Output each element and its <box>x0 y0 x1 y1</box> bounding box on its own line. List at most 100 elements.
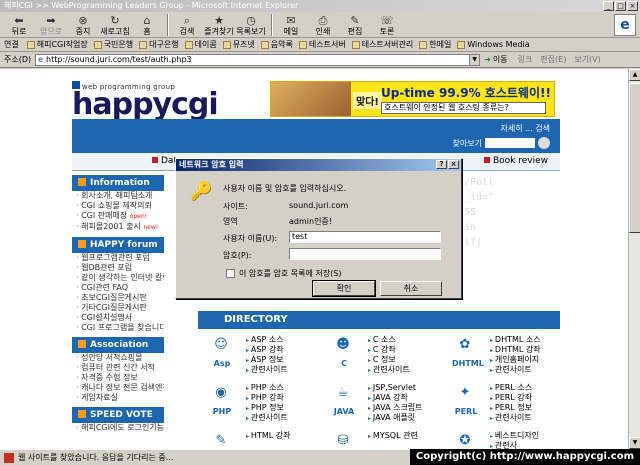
directory-link[interactable]: C 정보 <box>368 355 410 365</box>
toolbar-button-2[interactable]: ⊗ 중지 <box>68 14 98 36</box>
directory-link[interactable]: JAVA 강좌 <box>368 393 423 403</box>
sidebar-item[interactable]: 웹DB관련 포럼 <box>72 263 164 273</box>
directory-link[interactable]: 베스트디자인 <box>490 431 539 441</box>
directory-link[interactable]: 개인홈페이지 <box>490 355 541 365</box>
link-item[interactable]: 국민은행 <box>93 39 133 50</box>
sidebar-item[interactable]: 해피몰2001 출시 new! <box>72 222 164 233</box>
ad-banner[interactable]: 맞다! Up-time 99.9% 호스트웨이!! 호스트웨이 안정된 웹 호스… <box>270 81 555 117</box>
directory-link[interactable]: PHP 정보 <box>246 403 288 413</box>
sidebar-item[interactable]: 회사소개, 해피팀소개 <box>72 191 164 201</box>
directory-link[interactable]: 관련사이트 <box>246 365 288 375</box>
asp-icon[interactable]: ☺ <box>210 337 232 357</box>
best-icon[interactable]: ✪ <box>454 433 476 449</box>
html-icon[interactable]: ✎ <box>210 433 232 449</box>
sidebar-item[interactable]: CGI 쇼핑몰 제작의뢰 <box>72 201 164 211</box>
toolbar-button-10[interactable]: ✎ 편집 <box>340 14 370 36</box>
tab-data[interactable]: Dat <box>152 156 177 166</box>
link-item[interactable]: 테스트서버관리 <box>351 39 413 50</box>
perl-icon[interactable]: ✦ <box>454 385 476 405</box>
toolbar-button-1[interactable]: ➡ 앞으로 <box>36 14 66 36</box>
directory-link[interactable]: 관련사 <box>490 441 539 449</box>
sidebar-item[interactable]: 컴퓨터 관련 신간 서적 <box>72 363 164 373</box>
search-detail-link[interactable]: 자세히 ... 검색 <box>500 123 550 134</box>
link-item[interactable]: 데이콤 <box>184 39 217 50</box>
link-item[interactable]: 대구은행 <box>139 39 179 50</box>
cancel-button[interactable]: 취소 <box>380 281 442 296</box>
directory-link[interactable]: 관련사이트 <box>490 413 532 423</box>
link-item[interactable]: 테스트서버 <box>298 39 346 50</box>
sidebar-item[interactable]: 게임자료실 <box>72 393 164 403</box>
directory-link[interactable]: ASP 소스 <box>246 335 288 345</box>
directory-link[interactable]: C 소스 <box>368 335 410 345</box>
directory-link[interactable]: PERL 강좌 <box>490 393 532 403</box>
dhtml-icon[interactable]: ✿ <box>454 337 476 357</box>
address-right-item[interactable]: 편집(E) <box>540 54 566 65</box>
directory-link[interactable]: JAVA 스크립트 <box>368 403 423 413</box>
password-input[interactable] <box>289 248 441 260</box>
directory-link[interactable]: PERL 정보 <box>490 403 532 413</box>
search-go-button[interactable] <box>538 137 550 149</box>
site-logo[interactable]: web programming group happycgi <box>72 81 219 120</box>
directory-link[interactable]: JAVA 애플릿 <box>368 413 423 423</box>
toolbar-button-4[interactable]: ⌂ 홈 <box>132 14 162 36</box>
directory-link[interactable]: DHTML 소스 <box>490 335 541 345</box>
username-input[interactable]: test <box>289 231 441 243</box>
sidebar-item[interactable]: CGI관련 FAQ <box>72 283 164 293</box>
vote-item[interactable]: 해피CGI에도 로그인기능이 <box>72 423 164 433</box>
site-search-input[interactable] <box>485 138 535 148</box>
help-button[interactable]: ? <box>436 160 447 169</box>
maximize-button[interactable]: □ <box>615 1 626 11</box>
address-right-item[interactable]: 보기(V) <box>574 54 600 65</box>
link-item[interactable]: 뮤즈넷 <box>222 39 255 50</box>
scroll-thumb[interactable] <box>629 83 640 233</box>
dialog-close-button[interactable]: × <box>448 160 459 169</box>
mysql-icon[interactable]: ⛁ <box>332 433 354 449</box>
directory-link[interactable]: 관련사이트 <box>368 365 410 375</box>
toolbar-button-0[interactable]: ⬅ 뒤로 <box>4 14 34 36</box>
c-icon[interactable]: ☻ <box>332 337 354 357</box>
link-item[interactable]: 한메일 <box>419 39 451 50</box>
tab-book-review[interactable]: Book review <box>484 156 548 166</box>
close-window-button[interactable]: × <box>627 1 638 11</box>
toolbar-button-9[interactable]: ⎙ 인쇄 <box>308 14 338 36</box>
link-item[interactable]: Windows Media <box>457 40 530 49</box>
scroll-up-icon[interactable]: ▲ <box>629 69 640 81</box>
directory-link[interactable]: HTML 강좌 <box>246 431 291 441</box>
directory-link[interactable]: MYSQL 관련 <box>368 431 418 441</box>
go-button[interactable]: ➜ 이동 <box>484 54 507 65</box>
sidebar-item[interactable]: CGI설치설명서 <box>72 313 164 323</box>
sidebar-item[interactable]: 성안당 서적쇼핑몰 <box>72 353 164 363</box>
directory-link[interactable]: ASP 강좌 <box>246 345 288 355</box>
sidebar-item[interactable]: 기타CGI질문게시판 <box>72 303 164 313</box>
ok-button[interactable]: 확인 <box>312 280 376 297</box>
address-input[interactable]: e http://sound.juri.com/test/auth.php3 ▼ <box>35 53 481 66</box>
save-password-checkbox[interactable]: 이 암호를 암호 목록에 저장(S) <box>226 268 341 279</box>
directory-link[interactable]: 관련사이트 <box>246 413 288 423</box>
sidebar-item[interactable]: CGI 프로그램을 찾습니다 <box>72 323 164 333</box>
directory-link[interactable]: PERL 소스 <box>490 383 532 393</box>
scroll-down-icon[interactable]: ▼ <box>629 437 640 449</box>
sidebar-item[interactable]: 초보CGI질문게시판 <box>72 293 164 303</box>
minimize-button[interactable]: _ <box>603 1 614 11</box>
vertical-scrollbar[interactable]: ▲ ▼ <box>628 69 640 449</box>
sidebar-item[interactable]: 캐나다 정보 전문 검색엔진 <box>72 383 164 393</box>
directory-link[interactable]: DHTML 강좌 <box>490 345 541 355</box>
sidebar-item[interactable]: 자격증 수험 정보 <box>72 373 164 383</box>
toolbar-button-3[interactable]: ↻ 새로고침 <box>100 14 130 36</box>
directory-link[interactable]: PHP 강좌 <box>246 393 288 403</box>
php-icon[interactable]: ◉ <box>210 385 232 405</box>
address-right-item[interactable]: 링크 <box>518 54 533 65</box>
sidebar-item[interactable]: CGI 판매매장 open! <box>72 211 164 222</box>
toolbar-button-6[interactable]: ★ 즐겨찾기 <box>204 14 234 36</box>
toolbar-button-11[interactable]: ☏ 토론 <box>372 14 402 36</box>
toolbar-button-8[interactable]: ✉ 메일 <box>276 14 306 36</box>
java-icon[interactable]: ☕ <box>332 385 354 405</box>
directory-link[interactable]: JSP,Servlet <box>368 383 423 393</box>
directory-link[interactable]: C 강좌 <box>368 345 410 355</box>
address-dropdown-icon[interactable]: ▼ <box>469 54 480 65</box>
directory-link[interactable]: PHP 소스 <box>246 383 288 393</box>
sidebar-item[interactable]: 웹프로그램관련 포럼 <box>72 253 164 263</box>
directory-link[interactable]: 관련사이트 <box>490 365 541 375</box>
link-item[interactable]: 해피CGI작업장 <box>26 39 88 50</box>
directory-link[interactable]: ASP 정보 <box>246 355 288 365</box>
